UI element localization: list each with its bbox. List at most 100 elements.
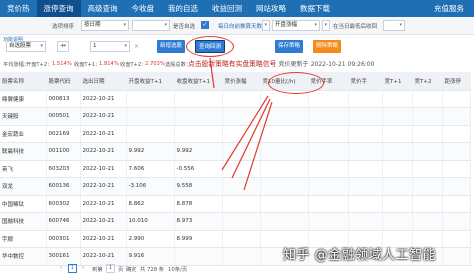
user-menu[interactable]: 充值服务 bbox=[434, 0, 474, 17]
nav-tab-7[interactable]: 数据下载 bbox=[293, 0, 337, 17]
table-cell bbox=[412, 212, 443, 231]
table-cell bbox=[412, 90, 443, 108]
col-header[interactable]: 开盘收益T+1 bbox=[126, 72, 175, 91]
nav-tab-5[interactable]: 收益回测 bbox=[205, 0, 249, 17]
delete-strategy-button[interactable]: 删除策略 bbox=[313, 40, 341, 53]
table-cell bbox=[222, 125, 261, 143]
table-cell: 2022-10-21 bbox=[80, 160, 127, 178]
table-row[interactable]: 中国稀钛 600302 2022-10-21 8.862 8.878 bbox=[0, 195, 471, 213]
open-range-select[interactable]: 开盘涨幅 bbox=[272, 20, 320, 31]
table-cell: 2022-10-21 bbox=[80, 142, 127, 161]
col-header[interactable]: 距涨停 bbox=[442, 72, 471, 91]
table-cell bbox=[412, 160, 443, 178]
pager-prev[interactable]: ‹ bbox=[60, 265, 62, 271]
nav-tab-0[interactable]: 竞价热 bbox=[0, 0, 37, 17]
table-row[interactable]: 鼎翼健康 000813 2022-10-21 bbox=[0, 90, 471, 108]
table-cell: 金宏蔬业 bbox=[0, 125, 47, 143]
table-cell bbox=[412, 107, 443, 126]
table-cell bbox=[348, 125, 383, 143]
table-cell bbox=[382, 90, 413, 108]
banner-text[interactable]: 点击股新策略有实盘策略信号 bbox=[188, 60, 276, 68]
filter-row-1: 选项排序 按日期 是否自选 ✓ 每日向前推算天数 开盘涨幅 在当日最低后收回 bbox=[0, 17, 474, 35]
pager-page-current[interactable]: 1 bbox=[68, 264, 77, 273]
table-cell: 10.010 bbox=[126, 212, 175, 231]
table-cell bbox=[260, 125, 309, 143]
table-cell: 中国稀钛 bbox=[0, 195, 47, 213]
nav-tab-6[interactable]: 网站攻略 bbox=[249, 0, 293, 17]
table-cell bbox=[308, 90, 349, 108]
operator-select[interactable]: + bbox=[57, 41, 69, 52]
table-cell bbox=[260, 212, 309, 231]
open-min-input[interactable] bbox=[383, 20, 405, 31]
table-cell bbox=[260, 107, 309, 126]
col-header[interactable]: 竞T+2 bbox=[412, 72, 443, 91]
table-cell bbox=[382, 160, 413, 178]
pager-goto-input[interactable]: 1 bbox=[106, 264, 115, 273]
table-cell: 8.999 bbox=[174, 230, 223, 248]
table-cell: 600746 bbox=[46, 212, 81, 231]
remove-condition-icon[interactable]: × bbox=[134, 43, 139, 50]
table-row[interactable]: 国融科技 600746 2022-10-21 10.010 8.973 bbox=[0, 212, 471, 231]
table-cell: -0.556 bbox=[174, 160, 223, 178]
col-header[interactable]: 股票名称 bbox=[0, 72, 47, 91]
table-cell bbox=[382, 177, 413, 196]
table-cell: 2022-10-21 bbox=[80, 230, 127, 248]
new-selection-button[interactable]: 新增选股 bbox=[157, 40, 185, 53]
table-cell: 国融科技 bbox=[0, 212, 47, 231]
save-strategy-button[interactable]: 保存策略 bbox=[275, 40, 303, 53]
results-table: 股票名称 股票代码 选出日期 开盘收益T+1 收盘收益T+1 竞价涨幅 竞10量… bbox=[0, 72, 471, 266]
table-row[interactable]: 天键股 000501 2022-10-21 bbox=[0, 107, 471, 126]
table-cell: 000301 bbox=[46, 230, 81, 248]
table-cell bbox=[308, 107, 349, 126]
days-input[interactable] bbox=[262, 20, 270, 31]
table-row[interactable]: 英飞 603203 2022-10-21 7.606 -0.556 bbox=[0, 160, 471, 178]
table-cell: 鼎翼健康 bbox=[0, 90, 47, 108]
nav-tab-4[interactable]: 我的自选 bbox=[161, 0, 205, 17]
table-header-row: 股票名称 股票代码 选出日期 开盘收益T+1 收盘收益T+1 竞价涨幅 竞10量… bbox=[0, 72, 471, 91]
table-cell: 2022-10-21 bbox=[80, 212, 127, 231]
table-cell bbox=[442, 107, 471, 126]
table-cell: 9.992 bbox=[174, 142, 223, 161]
pager-next[interactable]: › bbox=[82, 265, 84, 271]
table-cell bbox=[382, 212, 413, 231]
open-min-label: 在当日最低后收回 bbox=[333, 24, 378, 30]
col-header[interactable]: 竞价涨幅 bbox=[222, 72, 261, 91]
table-cell bbox=[348, 212, 383, 231]
pager-per-page-select[interactable]: 10条/页 bbox=[168, 265, 187, 273]
table-cell bbox=[442, 142, 471, 161]
stock-pool-select[interactable]: 自选股票 bbox=[6, 41, 46, 52]
secondary-select[interactable] bbox=[132, 20, 170, 31]
watermark: 知乎 @金融领域人工智能 bbox=[283, 248, 437, 263]
table-cell: 2022-10-21 bbox=[80, 125, 127, 143]
table-row[interactable]: 联晨科技 001100 2022-10-21 9.992 9.992 bbox=[0, 142, 471, 161]
col-header[interactable]: 股票代码 bbox=[46, 72, 81, 91]
value-input[interactable]: 1 bbox=[90, 41, 130, 52]
self-select-checkbox[interactable]: ✓ bbox=[201, 21, 209, 29]
table-row[interactable]: 双龙 600136 2022-10-21 -3.106 9.558 bbox=[0, 177, 471, 196]
table-cell bbox=[348, 142, 383, 161]
sort-select[interactable]: 按日期 bbox=[81, 20, 129, 31]
table-row[interactable]: 金宏蔬业 002169 2022-10-21 bbox=[0, 125, 471, 143]
table-cell bbox=[222, 142, 261, 161]
table-cell: 联晨科技 bbox=[0, 142, 47, 161]
table-cell bbox=[348, 107, 383, 126]
col-header[interactable]: 竞T+1 bbox=[382, 72, 413, 91]
table-cell bbox=[222, 212, 261, 231]
col-header[interactable]: 收盘收益T+1 bbox=[174, 72, 223, 91]
table-cell: 2022-10-21 bbox=[80, 107, 127, 126]
table-cell bbox=[174, 125, 223, 143]
close-t2-value: 2.703% bbox=[145, 61, 165, 67]
banner-ts-prefix: 竞价更新于 bbox=[278, 61, 309, 68]
nav-tab-2[interactable]: 高级查询 bbox=[81, 0, 125, 17]
col-header[interactable]: 竞价手 bbox=[348, 72, 383, 91]
nav-tab-3[interactable]: 今收盘 bbox=[125, 0, 162, 17]
nav-tab-1-active[interactable]: 涨停查询 bbox=[36, 0, 81, 17]
open-range-input[interactable] bbox=[322, 20, 330, 31]
strategy-banner: 点击股新策略有实盘策略信号 竞价更新于 2022-10-21 09:26:00 bbox=[188, 58, 374, 68]
table-cell bbox=[126, 125, 175, 143]
table-cell: 001100 bbox=[46, 142, 81, 161]
pager-confirm-button[interactable]: 确定 bbox=[126, 265, 137, 273]
table-body: 鼎翼健康 000813 2022-10-21 天键股 000501 2022-10-21 金… bbox=[0, 90, 471, 266]
col-header[interactable]: 选出日期 bbox=[80, 72, 127, 91]
